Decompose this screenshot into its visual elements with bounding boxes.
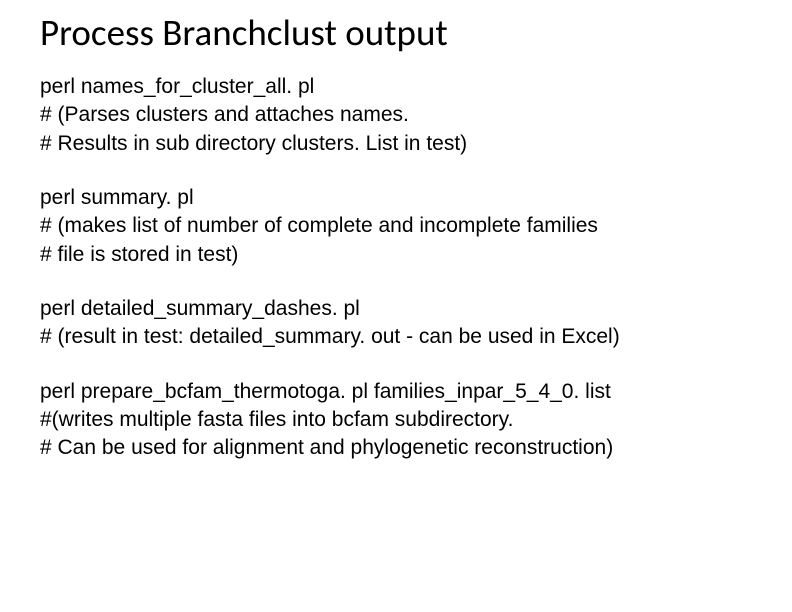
code-line: # Results in sub directory clusters. Lis… bbox=[40, 130, 752, 158]
code-line: # file is stored in test) bbox=[40, 241, 752, 269]
slide-title: Process Branchclust output bbox=[40, 10, 752, 55]
command-block-3: perl detailed_summary_dashes. pl # (resu… bbox=[40, 295, 752, 352]
code-line: # (Parses clusters and attaches names. bbox=[40, 101, 752, 129]
code-line: #(writes multiple fasta files into bcfam… bbox=[40, 406, 752, 434]
command-block-4: perl prepare_bcfam_thermotoga. pl famili… bbox=[40, 378, 752, 463]
code-line: perl summary. pl bbox=[40, 184, 752, 212]
code-line: perl detailed_summary_dashes. pl bbox=[40, 295, 752, 323]
command-block-1: perl names_for_cluster_all. pl # (Parses… bbox=[40, 73, 752, 158]
code-line: # (result in test: detailed_summary. out… bbox=[40, 323, 752, 351]
code-line: # Can be used for alignment and phylogen… bbox=[40, 434, 752, 462]
slide-content: Process Branchclust output perl names_fo… bbox=[0, 0, 792, 483]
code-line: perl names_for_cluster_all. pl bbox=[40, 73, 752, 101]
code-line: perl prepare_bcfam_thermotoga. pl famili… bbox=[40, 378, 752, 406]
code-line: # (makes list of number of complete and … bbox=[40, 212, 752, 240]
command-block-2: perl summary. pl # (makes list of number… bbox=[40, 184, 752, 269]
